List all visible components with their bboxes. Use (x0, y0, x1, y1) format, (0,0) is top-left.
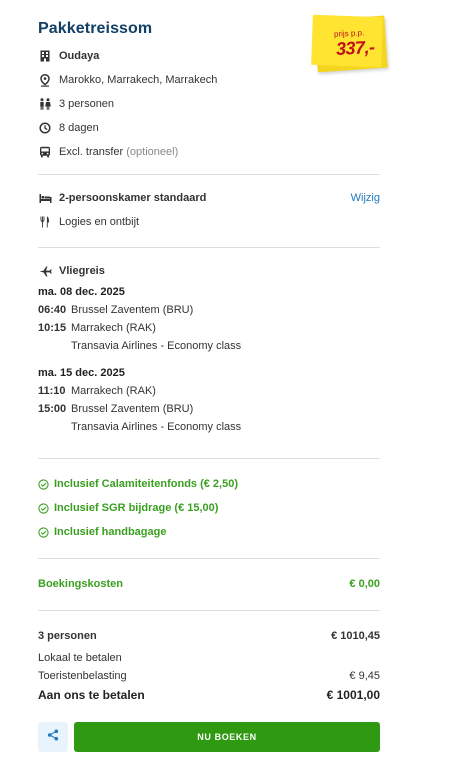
inbound-departure-time: 11:10 (38, 385, 66, 397)
duration-row: 8 dagen (38, 120, 99, 136)
booking-costs-row: Boekingskosten € 0,00 (38, 578, 380, 590)
outbound-arrival-time: 10:15 (38, 322, 67, 334)
bus-icon (38, 145, 52, 159)
persons-text: 3 personen (59, 98, 115, 110)
tourist-tax-value: € 9,45 (349, 670, 380, 682)
book-now-button[interactable]: NU BOEKEN (74, 722, 380, 752)
building-icon (38, 49, 52, 63)
board-text: Logies en ontbijt (59, 216, 140, 228)
persons-price-label: 3 personen (38, 630, 97, 642)
change-room-link[interactable]: Wijzig (351, 192, 380, 204)
location-text: Marokko, Marrakech, Marrakech (59, 74, 218, 86)
flight-heading: Vliegreis (59, 265, 105, 277)
divider (38, 174, 380, 175)
inbound-departure-row: 11:10 Marrakech (RAK) (38, 385, 156, 397)
inclusion-text: Inclusief Calamiteitenfonds (€ 2,50) (54, 478, 238, 490)
airplane-icon (38, 264, 52, 278)
hotel-row: Oudaya (38, 48, 99, 64)
price-amount: 337,- (335, 37, 376, 59)
outbound-carrier: Transavia Airlines - Economy class (71, 340, 242, 352)
hotel-name: Oudaya (59, 50, 100, 62)
page-title: Pakketreissom (38, 20, 153, 37)
persons-price-value: € 1010,45 (331, 630, 380, 642)
check-circle-icon (38, 502, 49, 514)
total-label: Aan ons te betalen (38, 688, 145, 702)
outbound-arrival-row: 10:15 Marrakech (RAK) (38, 322, 156, 334)
outbound-departure-row: 06:40 Brussel Zaventem (BRU) (38, 304, 193, 316)
cutlery-icon (38, 215, 52, 229)
inclusion-text: Inclusief handbagage (54, 526, 167, 538)
persons-price-row: 3 personen € 1010,45 (38, 630, 380, 642)
inbound-carrier: Transavia Airlines - Economy class (71, 421, 242, 433)
inbound-arrival-time: 15:00 (38, 403, 67, 415)
transfer-text: Excl. transfer (59, 146, 124, 158)
total-value: € 1001,00 (326, 688, 380, 702)
outbound-date: ma. 08 dec. 2025 (38, 286, 125, 298)
check-circle-icon (38, 478, 49, 490)
room-row: 2-persoonskamer standaard (38, 190, 206, 206)
outbound-arrival-airport: Marrakech (RAK) (71, 322, 156, 334)
persons-row: 3 personen (38, 96, 114, 112)
tourist-tax-label: Toeristenbelasting (38, 670, 127, 682)
inclusion-item: Inclusief Calamiteitenfonds (€ 2,50) (38, 478, 238, 490)
inbound-date: ma. 15 dec. 2025 (38, 367, 125, 379)
divider (38, 458, 380, 459)
total-row: Aan ons te betalen € 1001,00 (38, 688, 380, 702)
duration-text: 8 dagen (59, 122, 99, 134)
divider (38, 247, 380, 248)
inbound-arrival-row: 15:00 Brussel Zaventem (BRU) (38, 403, 193, 415)
map-pin-icon (38, 73, 52, 87)
divider (38, 558, 380, 559)
flight-heading-row: Vliegreis (38, 263, 105, 279)
inclusion-item: Inclusief handbagage (38, 526, 166, 538)
clock-icon (38, 121, 52, 135)
bed-icon (38, 191, 52, 205)
booking-costs-label: Boekingskosten (38, 578, 123, 590)
outbound-departure-time: 06:40 (38, 304, 67, 316)
persons-icon (38, 97, 52, 111)
inbound-departure-airport: Marrakech (RAK) (71, 385, 156, 397)
divider (38, 610, 380, 611)
room-type: 2-persoonskamer standaard (59, 192, 207, 204)
location-row: Marokko, Marrakech, Marrakech (38, 72, 217, 88)
local-payment-row: Lokaal te betalen (38, 652, 380, 664)
local-payment-label: Lokaal te betalen (38, 652, 122, 664)
transfer-row: Excl. transfer (optioneel) (38, 144, 178, 160)
share-button[interactable] (38, 722, 68, 752)
tourist-tax-row: Toeristenbelasting € 9,45 (38, 670, 380, 682)
transfer-optional-note: (optioneel) (126, 146, 179, 158)
share-icon (47, 728, 59, 746)
inclusion-text: Inclusief SGR bijdrage (€ 15,00) (54, 502, 219, 514)
board-row: Logies en ontbijt (38, 214, 139, 230)
price-sticker: prijs p.p. 337,- (311, 14, 388, 73)
outbound-departure-airport: Brussel Zaventem (BRU) (71, 304, 194, 316)
inclusion-item: Inclusief SGR bijdrage (€ 15,00) (38, 502, 218, 514)
inbound-arrival-airport: Brussel Zaventem (BRU) (71, 403, 194, 415)
check-circle-icon (38, 526, 49, 538)
booking-costs-value: € 0,00 (349, 578, 380, 590)
